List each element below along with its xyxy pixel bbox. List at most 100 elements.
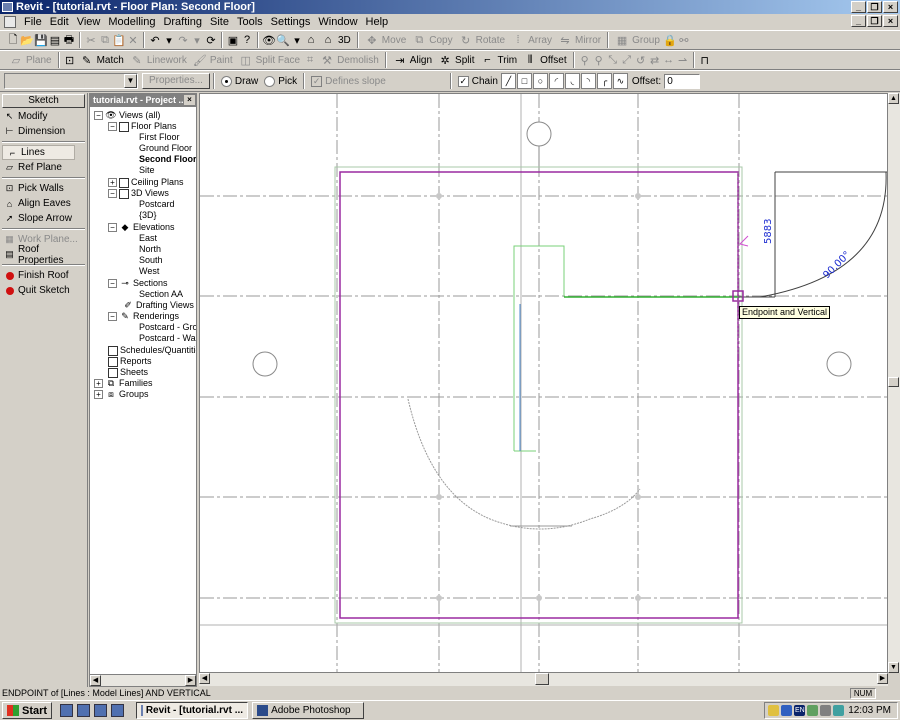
tray-pen-icon[interactable] bbox=[768, 705, 779, 716]
offset-button[interactable]: ⫴ Offset bbox=[520, 51, 570, 69]
dynamic-view-icon[interactable]: ⌂ bbox=[304, 33, 318, 47]
tray-network-icon[interactable] bbox=[781, 705, 792, 716]
browser-horizontal-scrollbar[interactable]: ◀ ▶ bbox=[90, 674, 196, 686]
collapse-icon[interactable]: − bbox=[94, 111, 103, 120]
outlook-icon[interactable] bbox=[94, 704, 108, 717]
tree-postcard-ground[interactable]: Postcard - Grou bbox=[139, 322, 196, 333]
sketch-align-eaves-button[interactable]: ⌂ Align Eaves bbox=[0, 196, 87, 211]
tree-second-floor[interactable]: Second Floor bbox=[139, 154, 196, 165]
wall-joins-icon[interactable]: ⊓ bbox=[698, 53, 712, 67]
media-player-icon[interactable] bbox=[111, 704, 125, 717]
measure-icon[interactable]: ⊡ bbox=[63, 53, 77, 67]
arc-tool-icon[interactable]: ◜ bbox=[548, 73, 564, 89]
expand-icon[interactable]: + bbox=[94, 379, 103, 388]
horizontal-scroll-thumb[interactable] bbox=[535, 673, 549, 685]
extend-icon[interactable]: ⇀ bbox=[676, 53, 690, 67]
show-desktop-icon[interactable] bbox=[60, 704, 74, 717]
type-selector-arrow-icon[interactable]: ▼ bbox=[124, 74, 137, 88]
linework-button[interactable]: ✎ Linework bbox=[127, 51, 190, 69]
view-3d-button[interactable]: ⌂ 3D bbox=[318, 31, 354, 49]
line-tool-icon[interactable]: ╱ bbox=[500, 73, 516, 89]
quit-sketch-button[interactable]: Quit Sketch bbox=[0, 283, 87, 298]
scroll-left-icon[interactable]: ◀ bbox=[90, 675, 101, 686]
tree-schedules[interactable]: Schedules/Quantities bbox=[108, 345, 196, 356]
tree-postcard[interactable]: Postcard bbox=[139, 199, 175, 210]
tree-sheets[interactable]: Sheets bbox=[108, 367, 148, 378]
sketch-dimension-button[interactable]: ⊢ Dimension bbox=[0, 124, 87, 139]
document-icon[interactable] bbox=[4, 16, 16, 28]
fillet-tool-icon[interactable]: ╭ bbox=[596, 73, 612, 89]
properties-button[interactable]: Properties... bbox=[142, 73, 210, 89]
cut-icon[interactable]: ✂ bbox=[84, 33, 98, 47]
collapse-icon[interactable]: − bbox=[108, 189, 117, 198]
rotate-button[interactable]: ↻ Rotate bbox=[456, 31, 508, 49]
doc-close-button[interactable]: × bbox=[883, 15, 898, 27]
align-button[interactable]: ⇥ Align bbox=[390, 51, 435, 69]
tray-app-icon[interactable] bbox=[807, 705, 818, 716]
new-file-icon[interactable]: 🗋 bbox=[6, 33, 20, 47]
tree-south[interactable]: South bbox=[139, 255, 163, 266]
sketch-modify-button[interactable]: ↖ Modify bbox=[0, 109, 87, 124]
close-button[interactable]: × bbox=[883, 1, 898, 13]
doc-restore-button[interactable]: ❐ bbox=[867, 15, 882, 27]
sketch-lines-button[interactable]: ⌐ Lines bbox=[2, 145, 75, 160]
undo-dropdown-icon[interactable]: ▾ bbox=[162, 33, 176, 47]
rectangle-tool-icon[interactable]: □ bbox=[516, 73, 532, 89]
reflect-icon[interactable]: ⇄ bbox=[648, 53, 662, 67]
split-face-button[interactable]: ◫ Split Face bbox=[236, 51, 303, 69]
defines-slope-checkbox[interactable]: ✓ Defines slope bbox=[308, 72, 389, 90]
unpin-icon[interactable]: ⚲ bbox=[592, 53, 606, 67]
doc-minimize-button[interactable]: _ bbox=[851, 15, 866, 27]
scroll-down-icon[interactable]: ▼ bbox=[888, 662, 899, 673]
match-button[interactable]: ✎ Match bbox=[77, 51, 127, 69]
scroll-right-icon[interactable]: ▶ bbox=[877, 673, 888, 684]
sketch-pick-walls-button[interactable]: ⊡ Pick Walls bbox=[0, 181, 87, 196]
offset-input[interactable]: 0 bbox=[664, 73, 701, 89]
open-folder-icon[interactable]: 📂 bbox=[20, 33, 34, 47]
collapse-icon[interactable]: − bbox=[108, 279, 117, 288]
lock-icon[interactable]: 🔒 bbox=[663, 33, 677, 47]
menu-file[interactable]: File bbox=[20, 15, 46, 29]
type-selector[interactable]: ▼ bbox=[4, 73, 138, 89]
trim-button[interactable]: ⌐ Trim bbox=[478, 51, 521, 69]
floor-plan-drawing[interactable]: 5883 90.00° bbox=[200, 94, 888, 673]
tree-postcard-wall[interactable]: Postcard - Wall- bbox=[139, 333, 196, 344]
canvas-horizontal-scrollbar[interactable]: ◀ ▶ bbox=[199, 673, 888, 686]
menu-view[interactable]: View bbox=[73, 15, 105, 29]
repeat-icon[interactable]: ⟳ bbox=[204, 33, 218, 47]
delete-icon[interactable]: ✕ bbox=[126, 33, 140, 47]
sketch-ref-plane-button[interactable]: ▱ Ref Plane bbox=[0, 160, 87, 175]
tray-monitor-icon[interactable] bbox=[833, 705, 844, 716]
sketch-slope-arrow-button[interactable]: ➚ Slope Arrow bbox=[0, 211, 87, 226]
tree-west[interactable]: West bbox=[139, 266, 159, 277]
pin-icon[interactable]: ⚲ bbox=[578, 53, 592, 67]
close-browser-icon[interactable]: × bbox=[184, 95, 195, 105]
canvas-vertical-scrollbar[interactable]: ▲ ▼ bbox=[888, 93, 900, 673]
chain-checkbox[interactable]: ✓ Chain bbox=[455, 72, 501, 90]
zoom-dropdown-icon[interactable]: ▾ bbox=[290, 33, 304, 47]
vertical-scroll-thumb[interactable] bbox=[888, 377, 899, 387]
tree-ceiling-plans[interactable]: + Ceiling Plans bbox=[108, 177, 184, 188]
spline-tool-icon[interactable]: ∿ bbox=[612, 73, 628, 89]
tree-3d[interactable]: {3D} bbox=[139, 210, 157, 221]
language-indicator[interactable]: EN bbox=[794, 705, 805, 716]
collapse-icon[interactable]: − bbox=[108, 223, 117, 232]
tree-views-all[interactable]: − 👁 Views (all) bbox=[94, 110, 160, 121]
restore-button[interactable]: ❐ bbox=[867, 1, 882, 13]
tree-first-floor[interactable]: First Floor bbox=[139, 132, 180, 143]
save-all-icon[interactable]: ▤ bbox=[48, 33, 62, 47]
help-pointer-icon[interactable]: ? bbox=[240, 33, 254, 47]
link-icon[interactable]: ⚯ bbox=[677, 33, 691, 47]
grid-bubble-icon[interactable] bbox=[252, 351, 278, 377]
menu-settings[interactable]: Settings bbox=[267, 15, 315, 29]
taskbar-revit[interactable]: Revit - [tutorial.rvt ... bbox=[136, 702, 249, 719]
tree-3d-views[interactable]: − 3D Views bbox=[108, 188, 169, 199]
expand-icon[interactable]: + bbox=[108, 178, 117, 187]
taskbar-photoshop[interactable]: Adobe Photoshop bbox=[252, 702, 365, 719]
grid-bubble-icon[interactable] bbox=[526, 121, 552, 147]
collapse-icon[interactable]: − bbox=[108, 122, 117, 131]
undo-icon[interactable]: ↶ bbox=[148, 33, 162, 47]
stretch-icon[interactable]: ↔ bbox=[662, 53, 676, 67]
mirror-button[interactable]: ⇋ Mirror bbox=[555, 31, 604, 49]
tree-north[interactable]: North bbox=[139, 244, 161, 255]
